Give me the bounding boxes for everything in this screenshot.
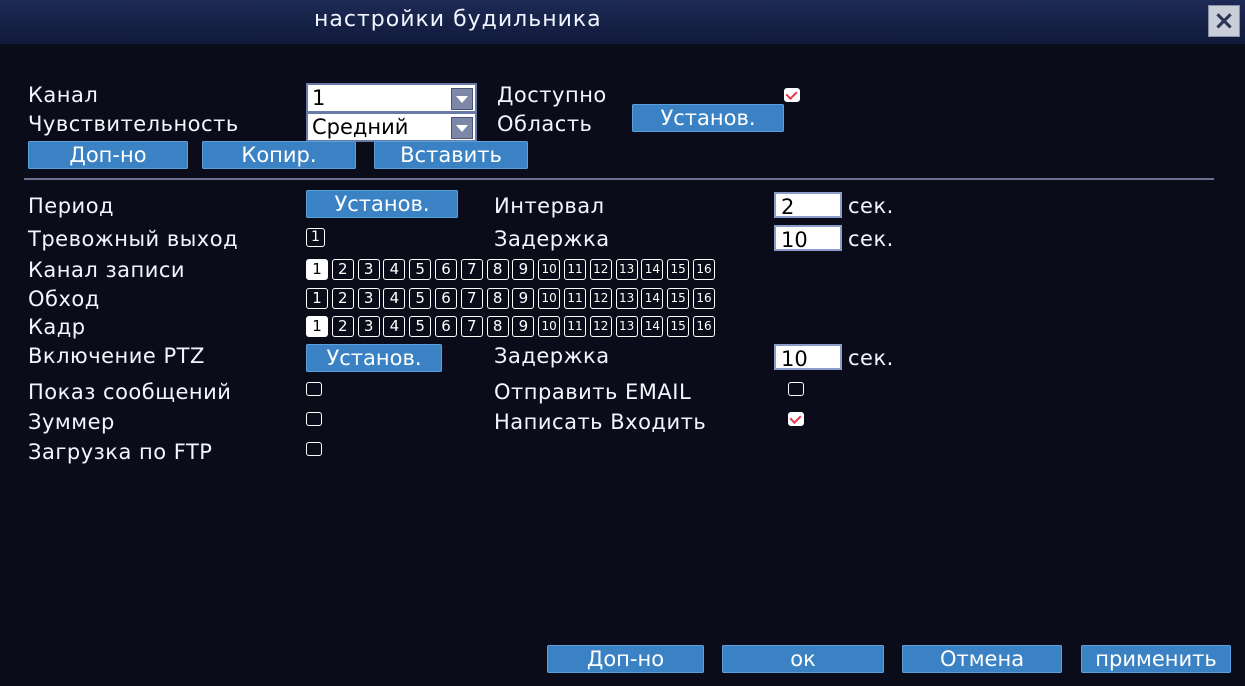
channel-toggle-5[interactable]: 5	[409, 259, 432, 280]
channel-toggle-3[interactable]: 3	[357, 288, 380, 309]
channel-select[interactable]: 1	[306, 83, 477, 113]
enabled-checkbox[interactable]	[784, 88, 800, 102]
show-message-checkbox[interactable]	[306, 382, 322, 396]
copy-button[interactable]: Копир.	[202, 141, 356, 169]
channel-toggle-7[interactable]: 7	[460, 259, 483, 280]
buzzer-checkbox[interactable]	[306, 412, 322, 426]
area-label: Область	[497, 112, 593, 136]
channel-toggle-14[interactable]: 14	[641, 316, 664, 337]
channel-toggle-1[interactable]: 1	[306, 259, 328, 280]
chevron-down-icon[interactable]	[451, 88, 473, 110]
extra-button-top[interactable]: Доп-но	[28, 141, 188, 169]
period-set-button[interactable]: Установ.	[306, 190, 458, 218]
channel-toggle-9[interactable]: 9	[512, 288, 535, 309]
write-log-label: Написать Входить	[494, 410, 707, 434]
section-divider	[24, 178, 1214, 180]
channel-toggle-6[interactable]: 6	[435, 288, 457, 309]
channel-toggle-15[interactable]: 15	[667, 259, 690, 280]
channel-toggle-8[interactable]: 8	[486, 288, 509, 309]
channel-toggle-9[interactable]: 9	[512, 259, 535, 280]
area-set-button[interactable]: Установ.	[632, 104, 784, 132]
enabled-label: Доступно	[497, 83, 607, 107]
channel-toggle-5[interactable]: 5	[409, 316, 432, 337]
channel-toggle-14[interactable]: 14	[641, 259, 664, 280]
channel-toggle-2[interactable]: 2	[331, 316, 354, 337]
channel-toggle-4[interactable]: 4	[383, 316, 406, 337]
channel-toggle-13[interactable]: 13	[615, 259, 638, 280]
delay-label: Задержка	[494, 227, 610, 251]
channel-toggle-15[interactable]: 15	[667, 316, 690, 337]
ftp-upload-label: Загрузка по FTP	[28, 440, 213, 464]
channel-toggle-4[interactable]: 4	[383, 259, 406, 280]
channel-toggle-12[interactable]: 12	[589, 316, 612, 337]
channel-toggle-5[interactable]: 5	[409, 288, 432, 309]
channel-toggle-1[interactable]: 1	[306, 316, 328, 337]
channel-toggle-6[interactable]: 6	[435, 316, 457, 337]
frame-label: Кадр	[28, 315, 86, 339]
dialog-title: настройки будильника	[314, 7, 602, 32]
sensitivity-select-value: Средний	[312, 115, 409, 139]
channel-toggle-12[interactable]: 12	[589, 259, 612, 280]
chevron-down-icon[interactable]	[451, 117, 473, 139]
period-label: Период	[28, 194, 115, 218]
ptz-delay-label: Задержка	[494, 344, 610, 368]
channel-toggle-16[interactable]: 16	[693, 259, 715, 280]
title-bar	[0, 0, 1245, 44]
channel-toggle-12[interactable]: 12	[589, 288, 612, 309]
channel-toggle-6[interactable]: 6	[435, 259, 457, 280]
send-email-label: Отправить EMAIL	[494, 380, 692, 404]
apply-button[interactable]: применить	[1081, 645, 1231, 673]
delay-input[interactable]: 10	[774, 225, 842, 252]
channel-toggle-16[interactable]: 16	[693, 316, 715, 337]
ptz-delay-unit: сек.	[848, 346, 894, 370]
channel-toggle-7[interactable]: 7	[460, 288, 483, 309]
channel-toggle-7[interactable]: 7	[460, 316, 483, 337]
channel-toggle-13[interactable]: 13	[615, 288, 638, 309]
channel-toggle-1[interactable]: 1	[306, 288, 328, 309]
channel-toggle-8[interactable]: 8	[486, 259, 509, 280]
ptz-delay-input[interactable]: 10	[774, 344, 842, 371]
channel-toggle-11[interactable]: 11	[564, 316, 586, 337]
interval-input[interactable]: 2	[774, 192, 842, 219]
alarm-out-label: Тревожный выход	[28, 227, 239, 251]
channel-toggle-10[interactable]: 10	[538, 288, 561, 309]
ftp-upload-checkbox[interactable]	[306, 442, 322, 456]
ok-button[interactable]: ок	[722, 645, 884, 673]
channel-toggle-2[interactable]: 2	[331, 288, 354, 309]
close-icon[interactable]: ×	[1208, 5, 1240, 37]
channel-toggle-2[interactable]: 2	[331, 259, 354, 280]
channel-select-value: 1	[312, 86, 326, 110]
channel-toggle-4[interactable]: 4	[383, 288, 406, 309]
extra-button-bottom[interactable]: Доп-но	[547, 645, 704, 673]
show-message-label: Показ сообщений	[28, 380, 232, 404]
ptz-label: Включение PTZ	[28, 344, 205, 368]
tour-label: Обход	[28, 287, 100, 311]
buzzer-label: Зуммер	[28, 410, 115, 434]
channel-toggle-13[interactable]: 13	[615, 316, 638, 337]
channel-toggle-15[interactable]: 15	[667, 288, 690, 309]
interval-unit: сек.	[848, 194, 894, 218]
sensitivity-label: Чувствительность	[28, 112, 239, 136]
channel-toggle-10[interactable]: 10	[538, 316, 561, 337]
channel-toggle-9[interactable]: 9	[512, 316, 535, 337]
alarm-out-checkbox[interactable]: 1	[306, 228, 325, 247]
record-channel-label: Канал записи	[28, 258, 186, 282]
cancel-button[interactable]: Отмена	[902, 645, 1062, 673]
interval-label: Интервал	[494, 194, 605, 218]
channel-toggle-8[interactable]: 8	[486, 316, 509, 337]
channel-toggle-3[interactable]: 3	[357, 259, 380, 280]
channel-label: Канал	[28, 83, 99, 107]
paste-button[interactable]: Вставить	[374, 141, 528, 169]
channel-toggle-14[interactable]: 14	[641, 288, 664, 309]
delay-unit: сек.	[848, 227, 894, 251]
channel-toggle-16[interactable]: 16	[693, 288, 715, 309]
channel-toggle-10[interactable]: 10	[538, 259, 561, 280]
ptz-set-button[interactable]: Установ.	[306, 344, 442, 372]
channel-toggle-11[interactable]: 11	[564, 259, 586, 280]
channel-toggle-11[interactable]: 11	[564, 288, 586, 309]
channel-toggle-3[interactable]: 3	[357, 316, 380, 337]
sensitivity-select[interactable]: Средний	[306, 112, 477, 142]
write-log-checkbox[interactable]	[788, 412, 804, 426]
send-email-checkbox[interactable]	[788, 382, 804, 396]
